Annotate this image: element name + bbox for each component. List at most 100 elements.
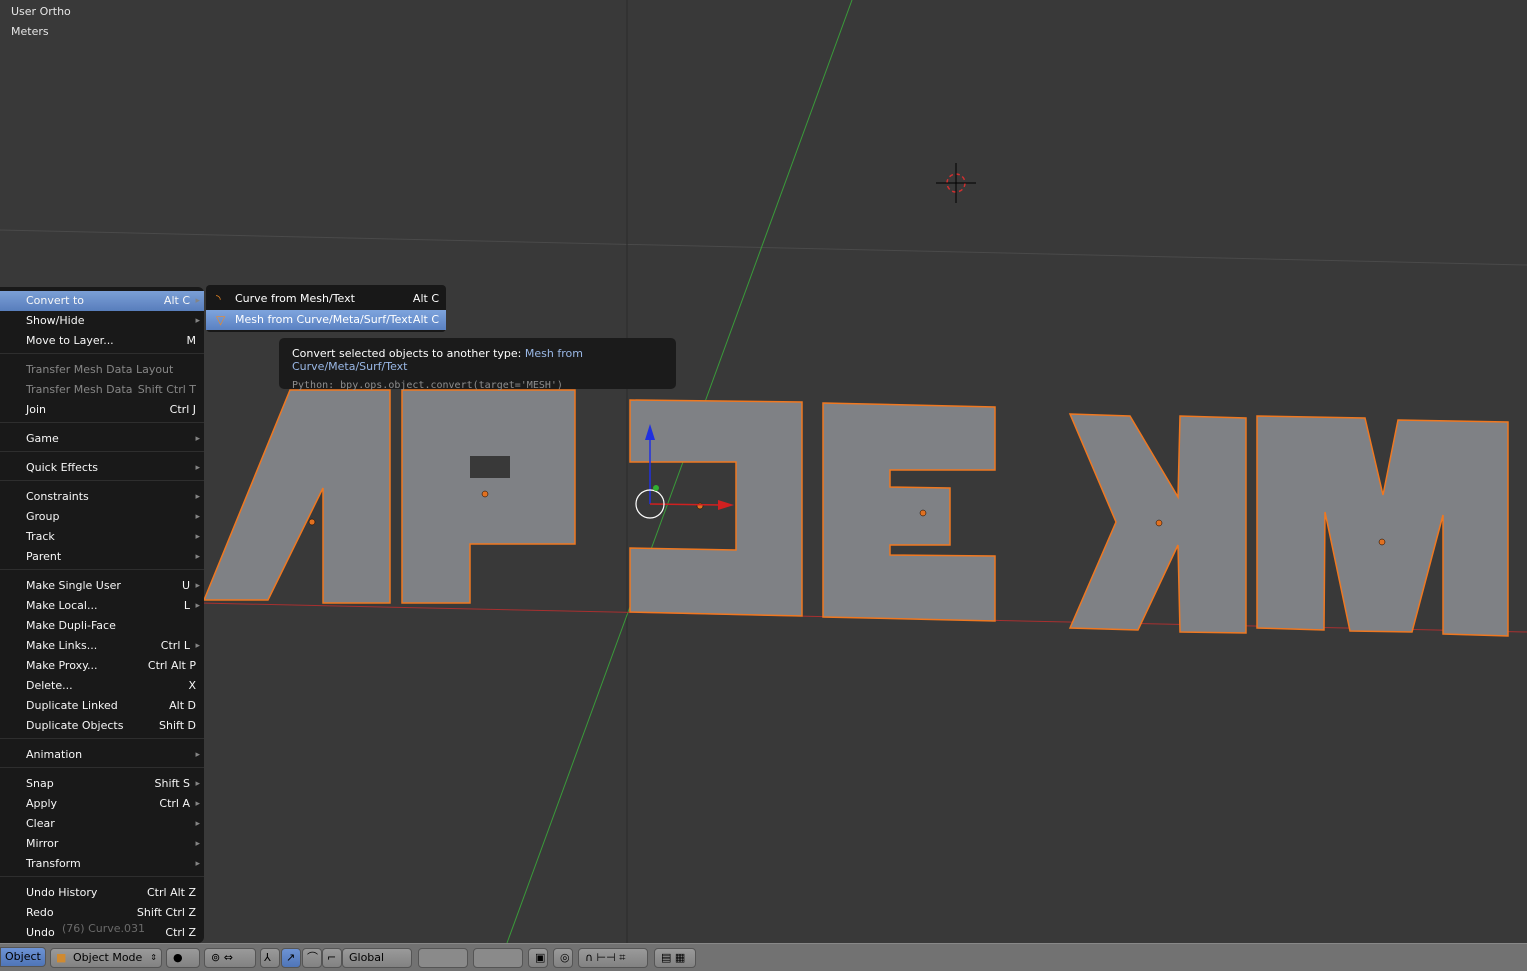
convert-to-submenu: ◝ Curve from Mesh/Text Alt C ▽ Mesh from…	[206, 285, 446, 332]
origin-point	[1155, 519, 1163, 527]
3d-viewport[interactable]: User Ortho Meters	[0, 0, 1527, 943]
menu-item-show-hide[interactable]: Show/Hide ▸	[0, 311, 204, 331]
mode-selector[interactable]: ■ Object Mode ⇕	[50, 948, 162, 968]
menu-item-make-dupli-face[interactable]: Make Dupli-Face	[0, 616, 204, 636]
menu-item-make-single-user[interactable]: Make Single User U ▸	[0, 576, 204, 596]
cube-icon: ■	[56, 951, 67, 964]
proportional-edit-button[interactable]: ◎	[553, 948, 573, 968]
submenu-arrow-icon: ▸	[195, 434, 200, 444]
tooltip-python: Python: bpy.ops.object.convert(target='M…	[292, 380, 563, 391]
menu-item-clear[interactable]: Clear ▸	[0, 814, 204, 834]
shading-selector[interactable]: ●	[166, 948, 200, 968]
menu-item-transfer-mesh-data: Transfer Mesh Data Shift Ctrl T	[26, 383, 196, 396]
mesh-icon: ▽	[216, 313, 226, 327]
letter-p-mirrored	[401, 389, 576, 604]
menu-item-convert-to[interactable]: Convert to Alt C ▸	[0, 291, 204, 311]
menu-separator	[0, 876, 204, 877]
lock-icon: ▣	[535, 951, 546, 964]
submenu-arrow-icon: ▸	[195, 779, 200, 789]
camera-icon: ▤ ▦	[661, 951, 686, 964]
menu-item-track[interactable]: Track ▸	[0, 527, 204, 547]
pivot-icon: ⊚ ⇔	[211, 951, 233, 964]
submenu-arrow-icon: ▸	[195, 463, 200, 473]
menu-item-group[interactable]: Group ▸	[0, 507, 204, 527]
manipulator-toggle[interactable]: ⅄	[260, 948, 280, 968]
axes-icon: ⅄	[264, 951, 271, 964]
rotate-icon: ⌒	[307, 951, 318, 964]
menu-item-curve-from-mesh[interactable]: ◝ Curve from Mesh/Text Alt C	[206, 289, 446, 309]
menu-separator	[0, 738, 204, 739]
submenu-arrow-icon: ▸	[195, 492, 200, 502]
units-label: Meters	[11, 25, 49, 38]
tooltip-description: Convert selected objects to another type…	[292, 347, 522, 360]
menu-item-move-to-layer[interactable]: Move to Layer... M	[0, 331, 204, 351]
menu-separator	[0, 353, 204, 354]
menu-item-animation[interactable]: Animation ▸	[0, 745, 204, 765]
menu-item-transform[interactable]: Transform ▸	[0, 854, 204, 874]
origin-point	[481, 490, 489, 498]
lock-camera-button[interactable]: ▣	[528, 948, 548, 968]
menu-item-apply[interactable]: Apply Ctrl A ▸	[0, 794, 204, 814]
object-menu-button[interactable]: Object	[0, 947, 46, 967]
orientation-selector[interactable]: Global	[342, 948, 412, 968]
view-name-label: User Ortho	[11, 5, 71, 18]
menu-item-duplicate-objects[interactable]: Duplicate Objects Shift D	[0, 716, 204, 736]
object-status-label: (76) Curve.031	[62, 922, 146, 935]
submenu-arrow-icon: ▸	[195, 799, 200, 809]
magnet-icon: ∩ ⊢⊣ ⌗	[585, 951, 626, 964]
menu-item-undo-history[interactable]: Undo History Ctrl Alt Z	[0, 883, 204, 903]
submenu-arrow-icon: ▸	[195, 316, 200, 326]
translate-manipulator-button[interactable]: ↗	[281, 948, 301, 968]
menu-item-make-local[interactable]: Make Local... L ▸	[0, 596, 204, 616]
arrow-icon: ↗	[286, 951, 296, 964]
horizon-grid-line	[0, 229, 1527, 266]
menu-item-parent[interactable]: Parent ▸	[0, 547, 204, 567]
menu-item-make-proxy[interactable]: Make Proxy... Ctrl Alt P	[0, 656, 204, 676]
letter-e	[822, 402, 996, 622]
submenu-arrow-icon: ▸	[195, 552, 200, 562]
menu-separator	[0, 451, 204, 452]
menu-separator	[0, 480, 204, 481]
submenu-arrow-icon: ▸	[195, 859, 200, 869]
menu-item-mesh-from-curve[interactable]: ▽ Mesh from Curve/Meta/Surf/Text Alt C	[206, 310, 446, 330]
submenu-arrow-icon: ▸	[195, 819, 200, 829]
menu-item-transfer-mesh-data-layout: Transfer Mesh Data Layout	[26, 363, 174, 376]
viewport-header: Object ■ Object Mode ⇕ ● ⊚ ⇔ ⅄ ↗ ⌒ ⌐ Glo…	[0, 943, 1527, 971]
menu-item-constraints[interactable]: Constraints ▸	[0, 487, 204, 507]
render-buttons[interactable]: ▤ ▦	[654, 948, 696, 968]
scene-canvas[interactable]	[0, 0, 1527, 943]
sphere-icon: ●	[173, 951, 183, 964]
origin-point	[696, 502, 704, 510]
pivot-selector[interactable]: ⊚ ⇔	[204, 948, 256, 968]
menu-item-duplicate-linked[interactable]: Duplicate Linked Alt D	[0, 696, 204, 716]
menu-item-join[interactable]: Join Ctrl J	[0, 400, 204, 420]
letter-reversed-e	[629, 399, 803, 617]
menu-separator	[0, 422, 204, 423]
menu-item-quick-effects[interactable]: Quick Effects ▸	[0, 458, 204, 478]
origin-point	[919, 509, 927, 517]
menu-item-snap[interactable]: Snap Shift S ▸	[0, 774, 204, 794]
submenu-arrow-icon: ▸	[195, 581, 200, 591]
submenu-arrow-icon: ▸	[195, 641, 200, 651]
layer-buttons-1[interactable]	[418, 948, 468, 968]
submenu-arrow-icon: ▸	[195, 750, 200, 760]
menu-item-make-links[interactable]: Make Links... Ctrl L ▸	[0, 636, 204, 656]
submenu-arrow-icon: ▸	[195, 532, 200, 542]
menu-item-delete[interactable]: Delete... X	[0, 676, 204, 696]
snap-controls[interactable]: ∩ ⊢⊣ ⌗	[578, 948, 648, 968]
curve-icon: ◝	[216, 292, 221, 306]
submenu-arrow-icon: ▸	[195, 296, 200, 306]
p-hole	[470, 456, 510, 478]
rotate-manipulator-button[interactable]: ⌒	[302, 948, 322, 968]
3d-cursor-icon	[936, 163, 976, 203]
layer-buttons-2[interactable]	[473, 948, 523, 968]
scale-manipulator-button[interactable]: ⌐	[322, 948, 342, 968]
menu-item-game[interactable]: Game ▸	[0, 429, 204, 449]
tooltip: Convert selected objects to another type…	[279, 338, 676, 391]
menu-item-mirror[interactable]: Mirror ▸	[0, 834, 204, 854]
object-menu: Convert to Alt C ▸ Show/Hide ▸ Move to Layer.…	[0, 287, 204, 943]
submenu-arrow-icon: ▸	[195, 512, 200, 522]
x-arrow-icon	[718, 500, 734, 510]
menu-item-redo[interactable]: Redo Shift Ctrl Z	[0, 903, 204, 923]
letter-m	[1256, 415, 1509, 637]
